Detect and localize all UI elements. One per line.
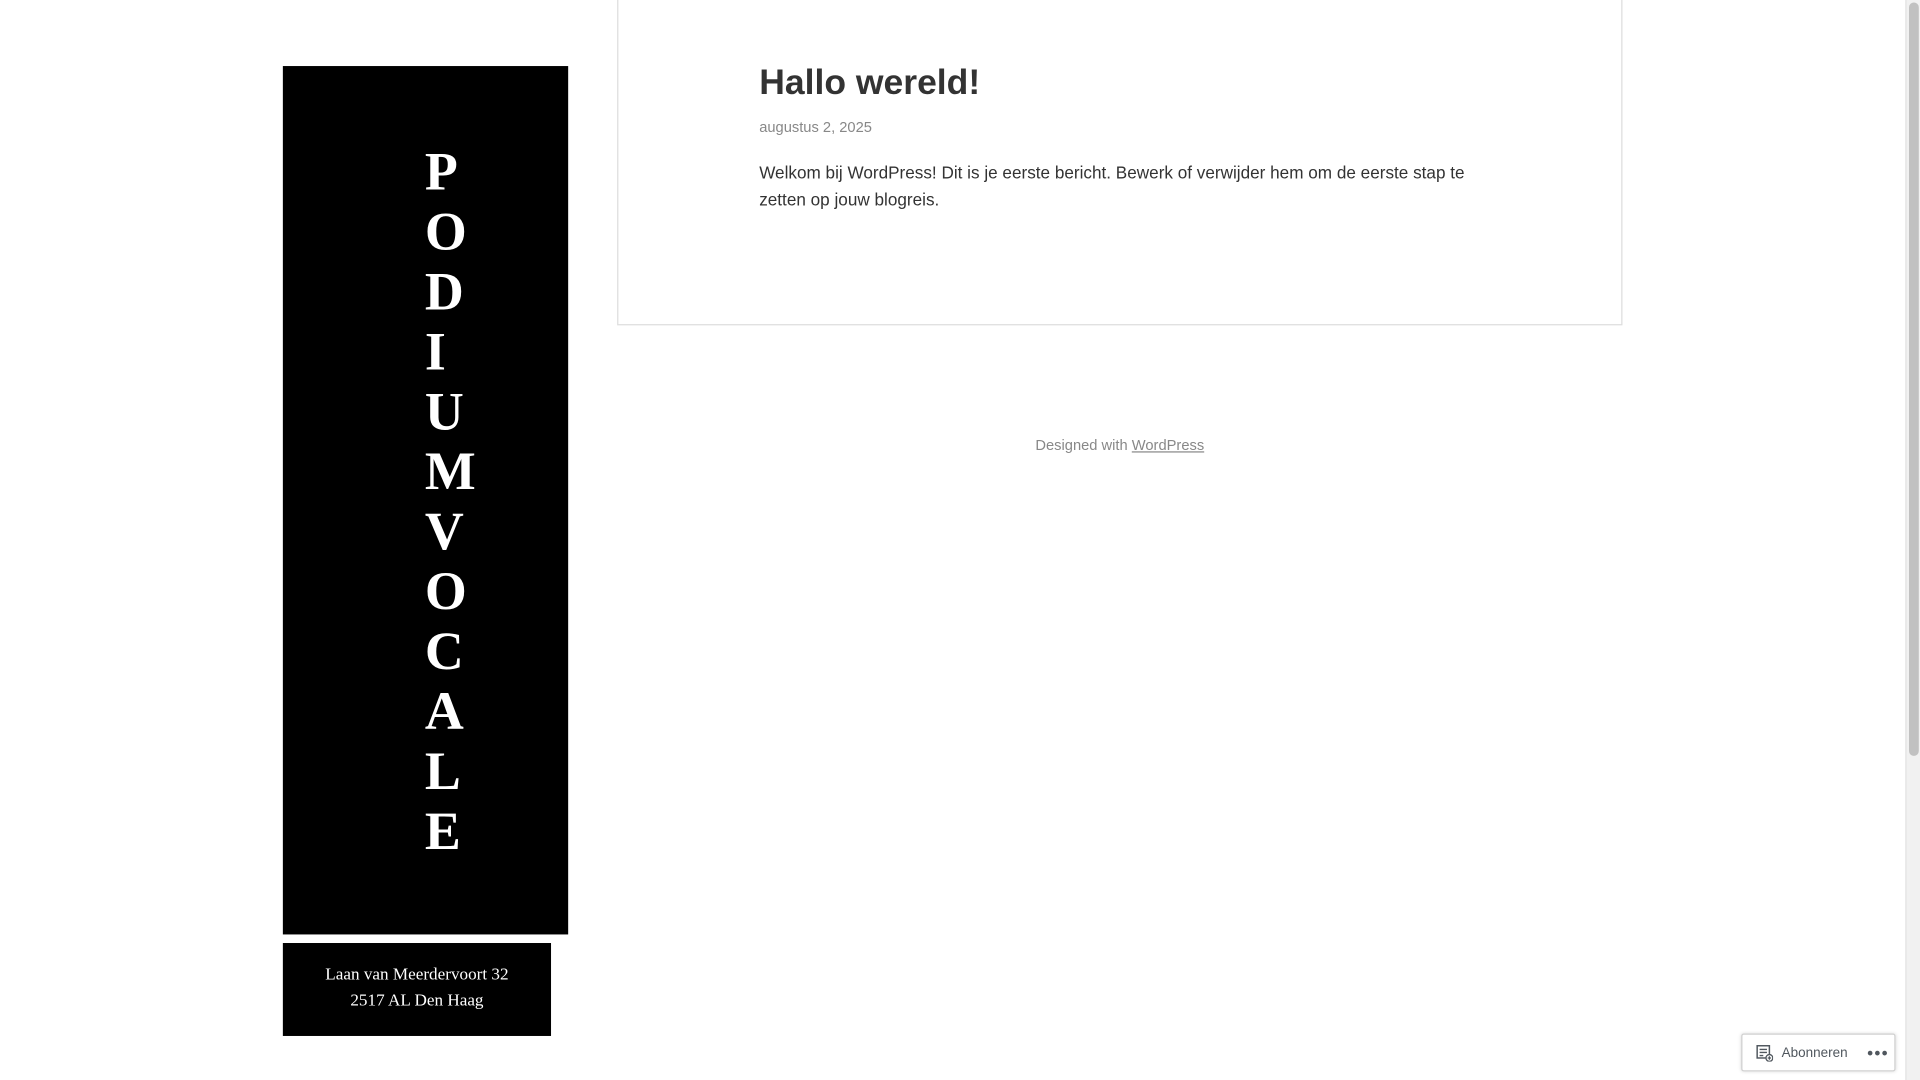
reader-subscribe-icon [1756, 1044, 1774, 1062]
address-widget: Laan van Meerdervoort 32 2517 AL Den Haa… [282, 943, 552, 1036]
site-title-letter: M [424, 441, 476, 502]
site-title-letter: V [424, 501, 464, 562]
subscribe-label: Abonneren [1781, 1045, 1848, 1060]
more-options-button[interactable]: ••• [1867, 1044, 1889, 1061]
site-title-letter: O [424, 201, 467, 262]
site-title-letter: C [424, 621, 464, 682]
wordpress-link[interactable]: WordPress [1132, 437, 1204, 454]
footer-credit-prefix: Designed with [1035, 436, 1132, 454]
footer-credit: Designed with WordPress [617, 437, 1622, 454]
page: PODIUMVOCALE Laan van Meerdervoort 32 25… [0, 0, 1920, 1080]
site-title-letter: L [424, 741, 461, 802]
post-title[interactable]: Hallo wereld! [759, 64, 980, 104]
site-title-letter: U [424, 381, 464, 442]
site-title-letter: P [424, 141, 458, 202]
subscribe-button[interactable]: Abonneren [1742, 1035, 1848, 1070]
site-title-block: PODIUMVOCALE [282, 66, 569, 935]
site-title-letter: I [424, 321, 446, 382]
post-body: Welkom bij WordPress! Dit is je eerste b… [759, 162, 1465, 210]
site-title-letter: A [424, 681, 464, 742]
post-card: Hallo wereld! augustus 2, 2025 Welkom bi… [617, 0, 1623, 326]
address-line-city: 2517 AL Den Haag [350, 991, 484, 1011]
site-title-letter: E [424, 801, 461, 862]
post-date[interactable]: augustus 2, 2025 [759, 119, 872, 136]
site-title-letter: O [424, 561, 467, 622]
site-title[interactable]: PODIUMVOCALE [425, 142, 498, 861]
vertical-scrollbar[interactable] [1905, 0, 1920, 1080]
address-line-street: Laan van Meerdervoort 32 [325, 966, 509, 985]
site-title-letter: D [424, 261, 464, 322]
subscribe-bar: Abonneren ••• [1741, 1033, 1896, 1072]
scrollbar-thumb[interactable] [1908, 2, 1919, 756]
